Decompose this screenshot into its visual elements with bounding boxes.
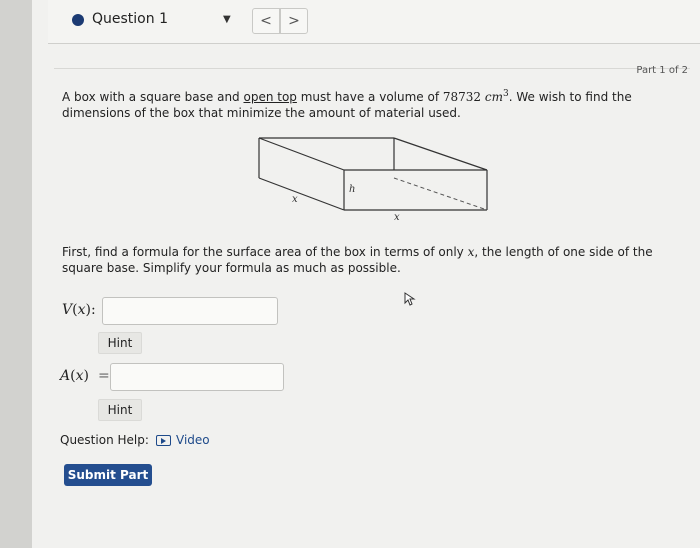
hint-button-volume[interactable]: Hint (98, 332, 142, 354)
volume-answer-input[interactable] (102, 297, 278, 325)
box-label-x-side: x (394, 212, 400, 220)
equals-sign: = (98, 368, 110, 384)
question-status-dot (72, 14, 84, 26)
problem-statement: A box with a square base and open top mu… (62, 89, 632, 120)
mouse-pointer-icon (404, 292, 416, 306)
question-help-label: Question Help: (60, 433, 149, 447)
box-label-h: h (349, 184, 355, 195)
page: Question 1 ▼ < > Part 1 of 2 A box with … (32, 0, 700, 548)
left-gutter (0, 0, 32, 548)
question-content: Part 1 of 2 A box with a square base and… (54, 56, 694, 538)
question-nav-bar: Question 1 ▼ < > (48, 0, 700, 44)
instruction-text: First, find a formula for the surface ar… (62, 245, 653, 275)
video-play-icon[interactable] (156, 435, 171, 446)
part-indicator: Part 1 of 2 (636, 65, 688, 76)
chevron-down-icon[interactable]: ▼ (223, 14, 231, 25)
video-help-link[interactable]: Video (176, 433, 210, 447)
volume-function-label: V(x): (62, 302, 96, 318)
question-selector-label[interactable]: Question 1 (92, 11, 168, 27)
box-label-x-front: x (292, 194, 298, 205)
area-function-label: A(x) (60, 368, 89, 384)
part-divider (54, 68, 690, 69)
area-answer-input[interactable] (110, 363, 284, 391)
box-diagram: x h x (258, 137, 488, 220)
hint-button-area[interactable]: Hint (98, 399, 142, 421)
submit-part-button[interactable]: Submit Part (64, 464, 152, 486)
next-question-button[interactable]: > (280, 8, 308, 34)
previous-question-button[interactable]: < (252, 8, 280, 34)
